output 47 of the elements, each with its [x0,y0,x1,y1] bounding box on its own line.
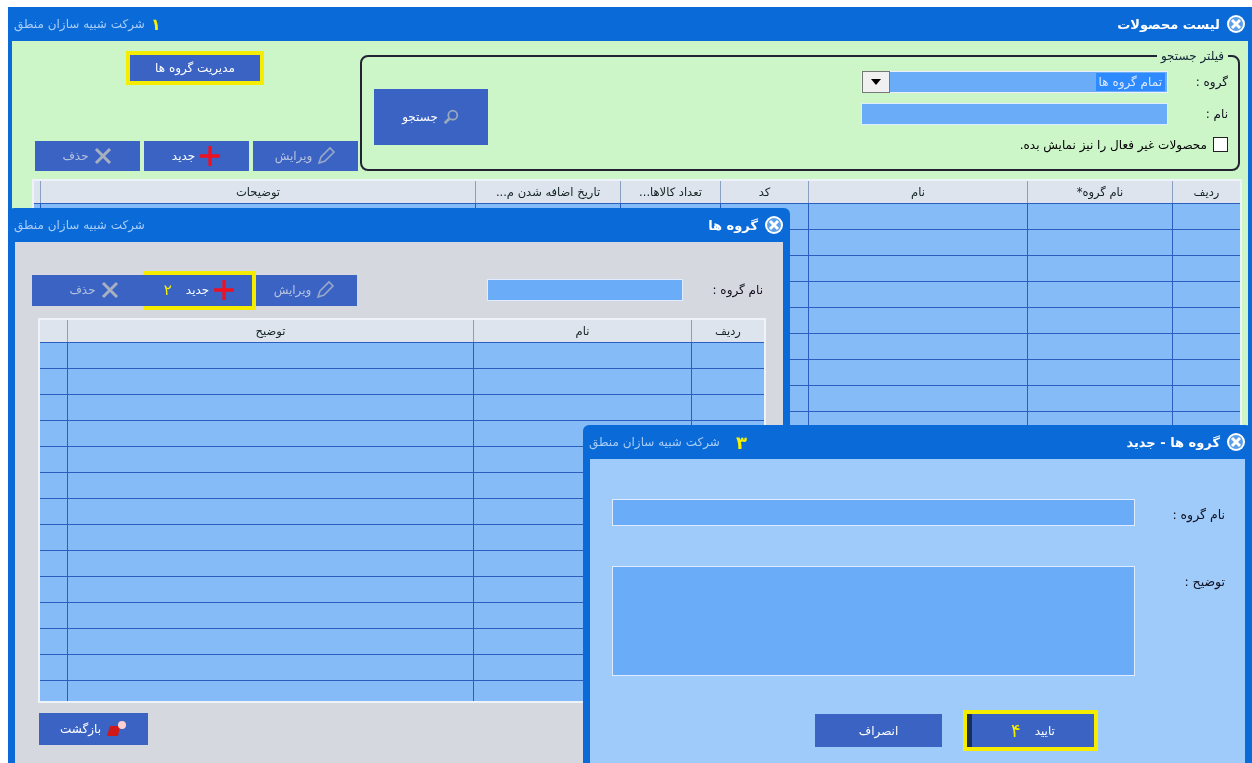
column-header[interactable]: نام [808,181,1027,203]
description-label: توضیح : [1183,573,1226,589]
x-icon [92,146,113,166]
column-header[interactable]: ردیف [691,320,764,342]
company-name: شرکت شبیه سازان منطق [14,17,145,31]
step-number: ۳ [735,431,747,453]
name-label: نام : [1204,107,1228,121]
column-header[interactable]: تعداد کالاها... [620,181,720,203]
column-header[interactable]: نام گروه* [1027,181,1172,203]
group-name-field[interactable] [487,279,683,301]
search-button[interactable]: جستجو [374,88,488,145]
filter-legend: فیلتر جستجو [1160,49,1224,63]
group-label: گروه : [1194,75,1228,89]
plus-icon [213,279,236,301]
column-header[interactable]: نام [473,320,691,342]
step-number: ۱ [150,14,161,34]
close-icon[interactable] [1226,14,1246,34]
name-field[interactable] [861,103,1168,125]
new-button[interactable]: جدید [144,141,249,171]
column-header[interactable]: توضیحات [40,181,475,203]
close-icon[interactable] [764,215,784,235]
checkbox-label: محصولات غیر فعال را نیز نمایش بده. [1019,137,1207,152]
caret-icon[interactable] [862,71,890,93]
search-icon [441,107,460,126]
description-field[interactable] [612,566,1135,676]
group-name-label: نام گروه : [711,283,763,297]
company-name: شرکت شبیه سازان منطق [14,218,145,232]
pencil-icon [316,146,337,166]
column-header[interactable]: کد [720,181,808,203]
plus-icon [199,145,222,167]
checkbox[interactable] [1213,137,1228,152]
close-icon[interactable] [1226,432,1246,452]
window-title: گروه ها - جدید [1126,434,1220,450]
group-name-field[interactable] [612,499,1135,526]
company-name: شرکت شبیه سازان منطق [589,435,720,449]
group-dropdown[interactable]: تمام گروه ها [861,71,1168,93]
column-header[interactable]: تاریخ اضافه شدن م... [475,181,620,203]
x-icon [99,280,120,300]
window-title: لیست محصولات [1117,16,1220,32]
cancel-button[interactable]: انصراف [815,714,942,747]
column-header[interactable]: ردیف [1172,181,1240,203]
window-title: گروه ها [708,217,758,233]
pencil-icon [315,280,336,300]
column-header[interactable]: توضیح [67,320,473,342]
back-icon [105,720,127,738]
group-name-label: نام گروه : [1171,506,1226,522]
back-button[interactable]: بازگشت [39,713,148,745]
